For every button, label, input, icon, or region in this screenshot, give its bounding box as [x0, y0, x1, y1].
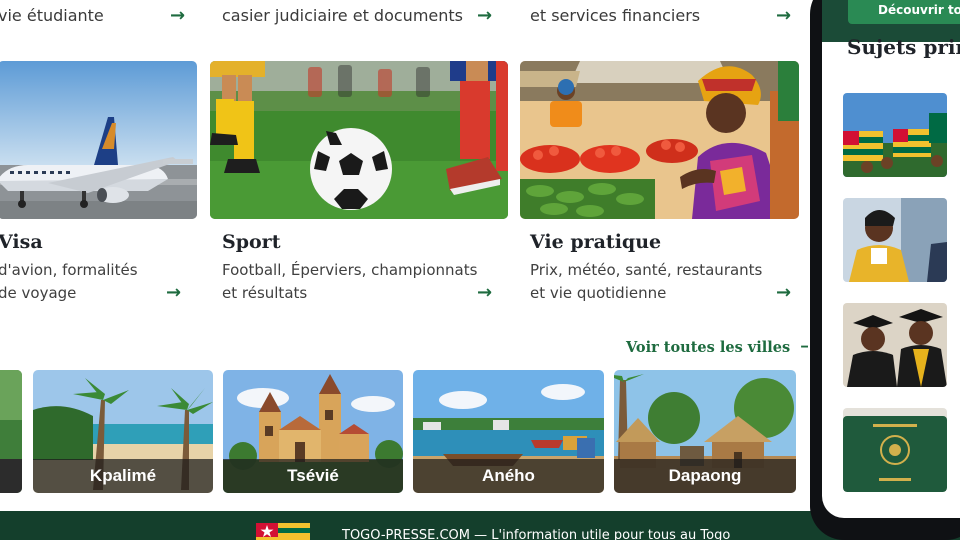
togo-flag-icon [256, 523, 310, 540]
phone-topic-thumb-graduation[interactable] [843, 303, 947, 387]
city-card-kpalime[interactable]: Kpalimé [33, 370, 213, 493]
arrow-right-icon[interactable]: → [170, 6, 185, 26]
card-description: vie étudiante [0, 6, 104, 25]
city-name-dapaong: Dapaong [614, 459, 796, 493]
card-description: casier judiciaire et documents [222, 6, 463, 25]
visa-card-image[interactable] [0, 61, 197, 219]
city-name-aneho: Aného [413, 459, 604, 493]
business-people-image [843, 198, 947, 282]
city-card-partial[interactable] [0, 370, 22, 493]
city-card-dapaong[interactable]: Dapaong [614, 370, 796, 493]
see-all-cities-link[interactable]: Voir toutes les villes → [626, 337, 808, 357]
phone-section-heading: Sujets princ [847, 35, 960, 59]
vie-pratique-card-image[interactable] [520, 61, 799, 219]
togo-flags-crowd-image [843, 93, 947, 177]
phone-screen: Découvrir to Sujets princ [822, 0, 960, 518]
arrow-right-icon[interactable]: → [776, 6, 791, 26]
previous-card-row: vie étudiante → casier judiciaire et doc… [0, 0, 808, 34]
city-card-aneho[interactable]: Aného [413, 370, 604, 493]
card-description-line: Prix, météo, santé, restaurants [530, 261, 763, 279]
phone-topic-thumb-flags[interactable] [843, 93, 947, 177]
card-title-visa[interactable]: Visa [0, 229, 43, 255]
phone-topic-thumb-passport[interactable] [843, 408, 947, 492]
phone-topic-thumb-business[interactable] [843, 198, 947, 282]
passport-image [843, 408, 947, 492]
main-content: vie étudiante → casier judiciaire et doc… [0, 0, 808, 540]
card-description-line: et vie quotidienne [530, 284, 667, 302]
card-title-vie-pratique[interactable]: Vie pratique [530, 229, 661, 255]
market-illustration [520, 61, 799, 219]
arrow-right-icon: → [800, 337, 808, 357]
graduation-image [843, 303, 947, 387]
city-name-tsevie: Tsévié [223, 459, 403, 493]
arrow-right-icon[interactable]: → [166, 283, 181, 303]
arrow-right-icon[interactable]: → [477, 283, 492, 303]
card-description-line: d'avion, formalités [0, 261, 138, 279]
football-illustration [210, 61, 508, 219]
card-description-line: Football, Éperviers, championnats [222, 261, 478, 279]
card-title-sport[interactable]: Sport [222, 229, 280, 255]
card-description-line: et résultats [222, 284, 308, 302]
card-description-visa: d'avion, formalités de voyage [0, 259, 138, 305]
phone-mockup: Découvrir to Sujets princ [810, 0, 960, 540]
card-description-sport: Football, Éperviers, championnats et rés… [222, 259, 477, 305]
discover-button[interactable]: Découvrir to [848, 0, 960, 24]
arrow-right-icon[interactable]: → [776, 283, 791, 303]
sport-card-image[interactable] [210, 61, 508, 219]
city-card-tsevie[interactable]: Tsévié [223, 370, 403, 493]
arrow-right-icon[interactable]: → [477, 6, 492, 26]
card-description-vie-pratique: Prix, météo, santé, restaurants et vie q… [530, 259, 762, 305]
city-name-kpalime: Kpalimé [33, 459, 213, 493]
city-image [0, 370, 22, 493]
see-all-cities-label: Voir toutes les villes [626, 338, 791, 356]
airplane-illustration [0, 61, 197, 219]
card-description: et services financiers [530, 6, 701, 25]
card-description-line: de voyage [0, 284, 77, 302]
footer-tagline: TOGO-PRESSE.COM — L'information utile po… [342, 528, 731, 540]
